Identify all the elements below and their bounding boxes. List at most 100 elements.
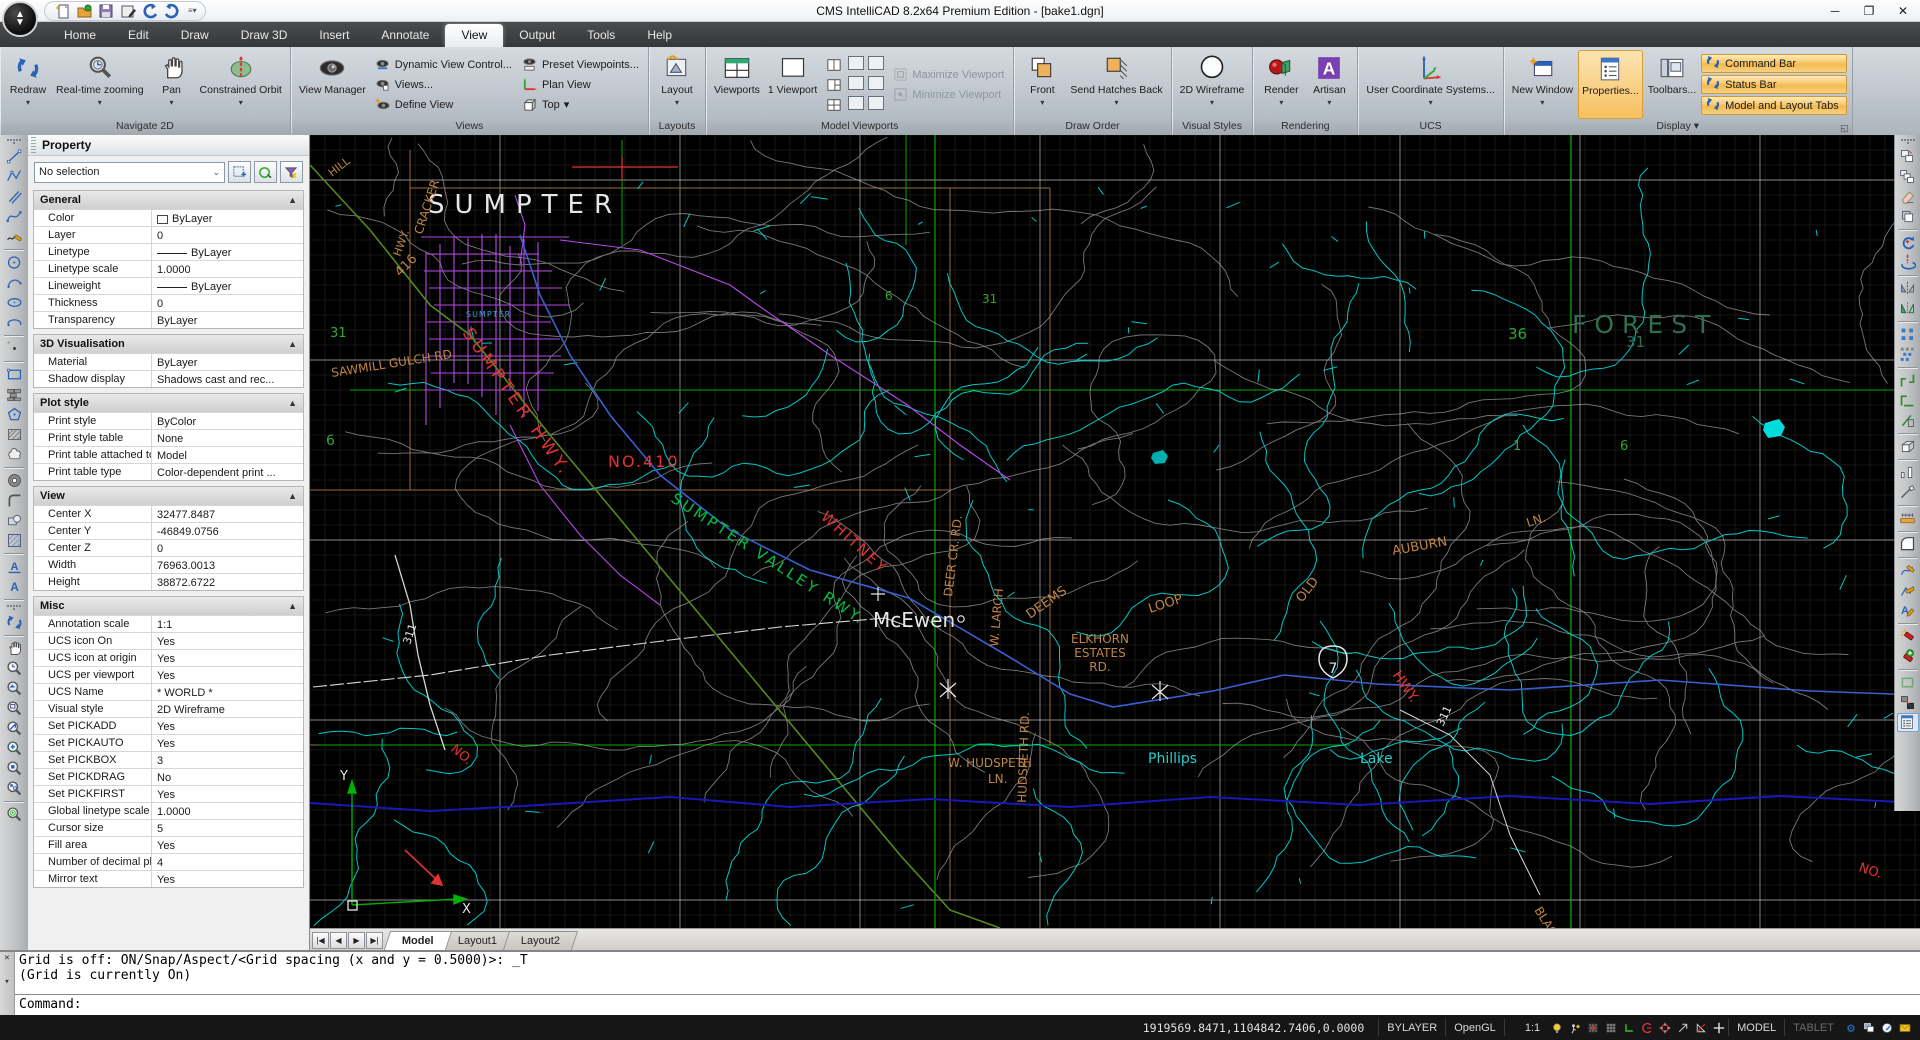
bylayer-status[interactable]: BYLAYER xyxy=(1378,1019,1445,1036)
arc-button[interactable] xyxy=(3,273,25,292)
region-button[interactable] xyxy=(3,511,25,530)
annotation-star-icon[interactable] xyxy=(1566,1019,1584,1036)
properties-button[interactable]: Properties... xyxy=(1578,50,1643,119)
realtime-zoom-button[interactable]: Real-time zooming▾ xyxy=(53,50,147,119)
zoom-realtime-button[interactable] xyxy=(3,659,25,678)
viewport-join-icon[interactable] xyxy=(848,56,864,70)
properties-palette-button[interactable] xyxy=(1897,713,1919,732)
cloud-button[interactable] xyxy=(3,445,25,464)
mail-icon[interactable] xyxy=(1896,1019,1914,1036)
rotate-button[interactable] xyxy=(1897,233,1919,252)
mirror-3d-button[interactable] xyxy=(1897,299,1919,318)
redraw-button[interactable] xyxy=(3,613,25,632)
polyline-edit-button[interactable] xyxy=(1897,581,1919,600)
new-file-button[interactable] xyxy=(53,2,71,20)
ribbon-tab-draw[interactable]: Draw xyxy=(165,24,225,47)
close-button[interactable]: ✕ xyxy=(1886,1,1920,21)
render-button[interactable]: Render▾ xyxy=(1258,50,1304,119)
text2-button[interactable]: A xyxy=(3,577,25,596)
fillet-button[interactable] xyxy=(1897,535,1919,554)
view-manager-button[interactable]: View Manager xyxy=(296,50,369,119)
open-file-button[interactable] xyxy=(75,2,93,20)
restore-button[interactable]: ❐ xyxy=(1852,1,1886,21)
command-bar-close-icon[interactable]: ✕ xyxy=(4,953,9,963)
property-value[interactable]: 0 xyxy=(152,295,303,311)
ellipse-button[interactable] xyxy=(3,293,25,312)
property-value[interactable]: 1:1 xyxy=(152,616,303,632)
circle-button[interactable] xyxy=(3,253,25,272)
viewport-corner-icon[interactable] xyxy=(848,96,864,110)
property-value[interactable]: 2D Wireframe xyxy=(152,701,303,717)
measure-button[interactable] xyxy=(1897,509,1919,528)
front-button[interactable]: Front▾ xyxy=(1019,50,1065,119)
ribbon-tab-draw-3d[interactable]: Draw 3D xyxy=(225,24,304,47)
property-value[interactable]: 4 xyxy=(152,854,303,870)
property-value[interactable]: None xyxy=(152,430,303,446)
zoom-in-button[interactable] xyxy=(3,759,25,778)
selection-dropdown[interactable]: No selection⌄ xyxy=(34,162,225,183)
section-header-plot-style[interactable]: Plot style▲ xyxy=(34,394,303,412)
bricks-button[interactable] xyxy=(3,385,25,404)
command-bar-expand-icon[interactable]: ▾ xyxy=(4,977,9,987)
property-value[interactable]: ByLayer xyxy=(152,312,303,328)
crosshair-icon[interactable] xyxy=(1710,1019,1728,1036)
explode-attr-button[interactable] xyxy=(1897,647,1919,666)
property-value[interactable]: ByLayer xyxy=(152,244,303,260)
ribbon-tab-view[interactable]: View xyxy=(445,24,503,47)
quick-select-button[interactable] xyxy=(254,161,277,183)
property-value[interactable]: ByLayer xyxy=(152,354,303,370)
polygon-button[interactable] xyxy=(3,405,25,424)
coordinates-readout[interactable]: 1919569.8471,1104842.7406,0.0000 xyxy=(1129,1021,1379,1035)
section-header-3d-visualisation[interactable]: 3D Visualisation▲ xyxy=(34,335,303,353)
rotate-3d-button[interactable] xyxy=(1897,253,1919,272)
zoom-out-button[interactable] xyxy=(3,779,25,798)
double-line-button[interactable] xyxy=(3,187,25,206)
property-value[interactable]: 3 xyxy=(152,752,303,768)
ellipse-arc-button[interactable] xyxy=(3,313,25,332)
toolbar-grip[interactable] xyxy=(7,139,21,144)
toolbars-button[interactable]: Toolbars... xyxy=(1645,50,1699,119)
filter-button[interactable] xyxy=(280,161,303,183)
hatch-button[interactable] xyxy=(3,425,25,444)
tab-next-button[interactable]: ▶ xyxy=(348,932,365,949)
model-layout-tabs-toggle[interactable]: Model and Layout Tabs xyxy=(1701,96,1847,115)
copy-multiple-button[interactable] xyxy=(1897,167,1919,186)
spline-button[interactable] xyxy=(3,207,25,226)
zoom-center-button[interactable] xyxy=(3,739,25,758)
model-space-toggle[interactable]: MODEL xyxy=(1728,1019,1784,1036)
property-value[interactable]: Yes xyxy=(152,667,303,683)
property-value[interactable]: 5 xyxy=(152,820,303,836)
tablet-toggle[interactable]: TABLET xyxy=(1784,1019,1842,1036)
zoom-previous-button[interactable] xyxy=(3,679,25,698)
property-value[interactable]: Yes xyxy=(152,871,303,887)
property-value[interactable]: 76963.0013 xyxy=(152,557,303,573)
property-value[interactable]: ByColor xyxy=(152,413,303,429)
undo-button[interactable] xyxy=(141,2,159,20)
property-value[interactable]: 1.0000 xyxy=(152,803,303,819)
views-item[interactable]: Views... xyxy=(371,75,516,94)
stretch-button[interactable] xyxy=(1897,391,1919,410)
ribbon-tab-edit[interactable]: Edit xyxy=(112,24,165,47)
drawing-viewport[interactable]: SUMPTERSUMPTERCRACKERHILLHWY.416SUMPTER … xyxy=(310,135,1920,928)
toolbar-grip[interactable] xyxy=(7,605,21,610)
qat-customize-button[interactable]: ≡▾ xyxy=(188,6,197,15)
preset-viewpoints-item[interactable]: Preset Viewpoints... xyxy=(518,55,643,74)
property-value[interactable]: ByLayer xyxy=(152,210,303,226)
ucs-button[interactable]: User Coordinate Systems...▾ xyxy=(1363,50,1497,119)
boundary-button[interactable] xyxy=(1897,673,1919,692)
section-header-general[interactable]: General▲ xyxy=(34,191,303,209)
top-view-item[interactable]: Top▾ xyxy=(518,95,643,114)
property-value[interactable]: Yes xyxy=(152,786,303,802)
viewports-button[interactable]: Viewports xyxy=(711,50,763,119)
mirror-button[interactable] xyxy=(1897,279,1919,298)
property-value[interactable]: No xyxy=(152,769,303,785)
text-button[interactable]: A xyxy=(3,557,25,576)
property-value[interactable]: Yes xyxy=(152,837,303,853)
save-button[interactable] xyxy=(97,2,115,20)
define-view-item[interactable]: Define View xyxy=(371,95,516,114)
ortho-icon[interactable] xyxy=(1620,1019,1638,1036)
tab-prev-button[interactable]: ◀ xyxy=(330,932,347,949)
clean-screen-icon[interactable] xyxy=(1878,1019,1896,1036)
viewport-three-right-button[interactable] xyxy=(822,75,846,94)
section-header-misc[interactable]: Misc▲ xyxy=(34,597,303,615)
